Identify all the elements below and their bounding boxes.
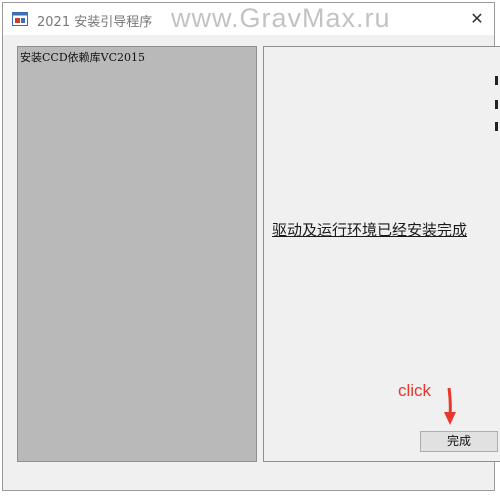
install-step-label: 安装CCD依赖库VC2015	[20, 51, 146, 64]
app-window-icon	[12, 12, 28, 26]
install-complete-message: 驱动及运行环境已经安装完成	[272, 221, 468, 239]
arrow-down-icon	[444, 388, 456, 425]
close-button[interactable]: ✕	[460, 3, 494, 35]
status-panel: 驱动及运行环境已经安装完成 完成	[263, 46, 500, 462]
title-bar[interactable]: 2021 安装引导程序 www.GravMax.ru ✕	[3, 3, 494, 35]
finish-button[interactable]: 完成	[420, 431, 498, 452]
window-title: 2021 安装引导程序	[37, 15, 153, 30]
progress-log-panel: 安装CCD依赖库VC2015	[17, 46, 257, 462]
watermark-text: www.GravMax.ru	[171, 3, 391, 33]
edge-artifact	[495, 76, 498, 131]
installer-window: 2021 安装引导程序 www.GravMax.ru ✕ 安装CCD依赖库VC2…	[2, 2, 500, 491]
close-icon: ✕	[470, 9, 484, 28]
click-annotation: click	[398, 381, 432, 400]
